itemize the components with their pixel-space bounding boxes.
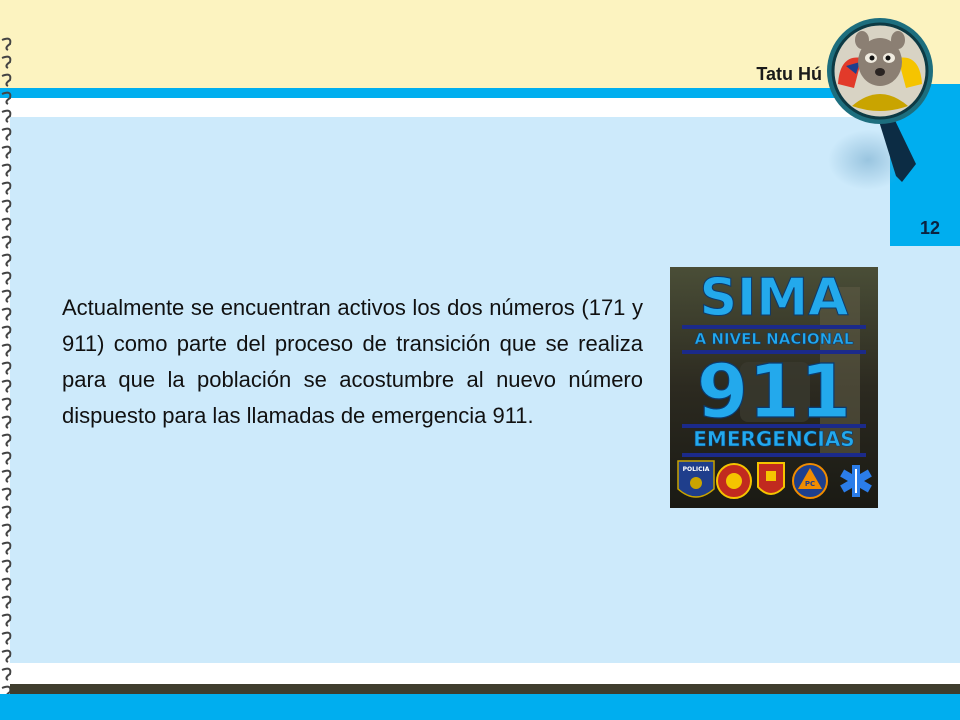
- binding-ring: [1, 271, 12, 285]
- binding-ring: [1, 145, 12, 159]
- binding-ring: [1, 217, 12, 231]
- binding-ring: [1, 253, 12, 267]
- page-number: 12: [919, 218, 941, 238]
- binding-ring: [1, 487, 12, 501]
- binding-ring: [1, 397, 12, 411]
- binding-ring: [1, 307, 12, 321]
- binding-ring: [1, 613, 12, 627]
- poster-number: 911: [697, 349, 851, 435]
- binding-ring: [1, 451, 12, 465]
- binding-ring: [1, 433, 12, 447]
- binding-ring: [1, 667, 12, 681]
- pc-badge-label: PC: [805, 480, 815, 488]
- binding-ring: [1, 91, 12, 105]
- binding-ring: [1, 55, 12, 69]
- brand-name: Tatu Hú: [756, 64, 822, 84]
- footer-dark-bar: [10, 684, 960, 694]
- binding-ring: [1, 37, 12, 51]
- shield-badge: [757, 462, 785, 495]
- binding-ring: [1, 541, 12, 555]
- binding-ring: [1, 559, 12, 573]
- mascot-logo-icon: [827, 18, 933, 190]
- binding-ring: [1, 73, 12, 87]
- binding-ring: [1, 109, 12, 123]
- body-paragraph: Actualmente se encuentran activos los do…: [62, 295, 643, 428]
- bomberos-badge: [716, 463, 752, 499]
- proteccion-civil-badge: PC: [792, 463, 828, 499]
- poster-title: SIMA: [700, 268, 849, 328]
- binding-ring: [1, 595, 12, 609]
- binding-ring: [1, 343, 12, 357]
- binding-ring: [1, 181, 12, 195]
- poster-caption: EMERGENCIAS: [693, 427, 854, 451]
- binding-ring: [1, 235, 12, 249]
- policia-badge-label: POLICIA: [683, 466, 710, 473]
- binding-ring: [1, 523, 12, 537]
- policia-badge: POLICIA: [677, 460, 715, 498]
- header-stripe: [0, 88, 960, 98]
- binding-ring: [1, 325, 12, 339]
- binding-ring: [1, 631, 12, 645]
- binding-ring: [1, 379, 12, 393]
- binding-ring: [1, 127, 12, 141]
- sima-911-poster: SIMA A NIVEL NACIONAL 911 EMERGENCIAS PO…: [670, 267, 878, 508]
- binding-ring: [1, 505, 12, 519]
- binding-ring: [1, 163, 12, 177]
- binding-ring: [1, 199, 12, 213]
- binding-ring: [1, 469, 12, 483]
- binding-ring: [1, 289, 12, 303]
- poster-subtitle: A NIVEL NACIONAL: [695, 330, 854, 348]
- footer-blue-bar: [0, 694, 960, 720]
- binding-ring: [1, 361, 12, 375]
- spiral-binding-icon: [1, 37, 12, 699]
- binding-ring: [1, 415, 12, 429]
- binding-ring: [1, 577, 12, 591]
- binding-ring: [1, 649, 12, 663]
